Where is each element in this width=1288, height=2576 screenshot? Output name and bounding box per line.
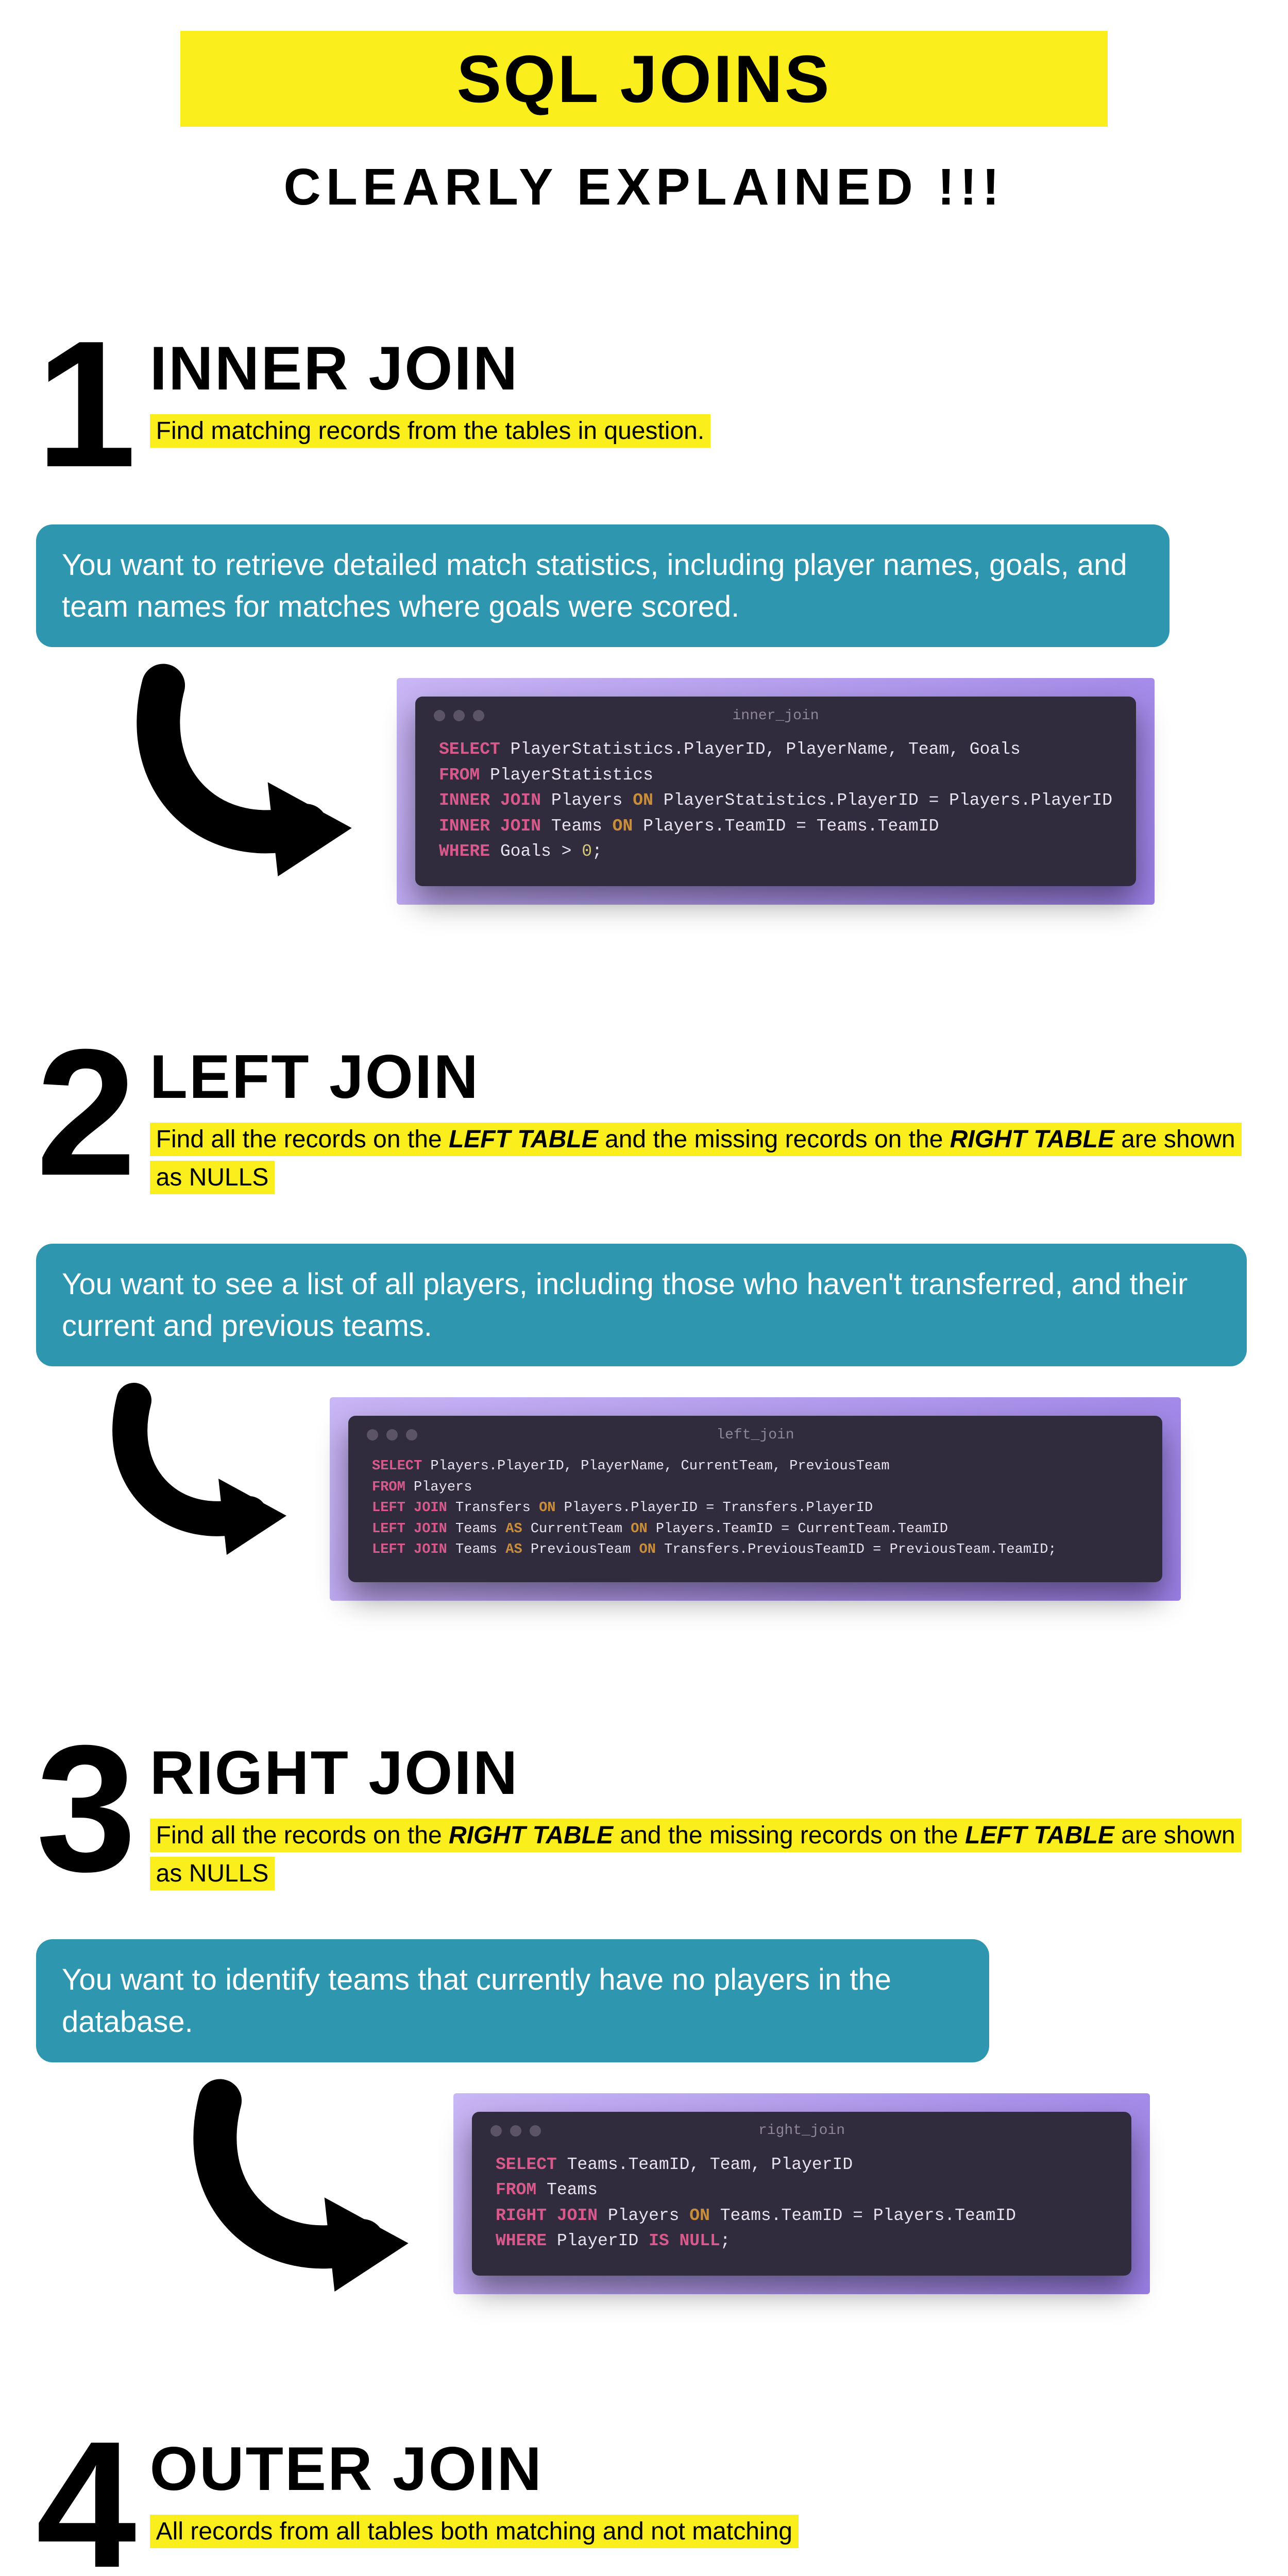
scenario-callout: You want to retrieve detailed match stat… bbox=[36, 524, 1170, 647]
section-title: LEFT JOIN bbox=[150, 1046, 1252, 1108]
section-tagline: Find matching records from the tables in… bbox=[150, 414, 711, 448]
code-window: left_join SELECT Players.PlayerID, Playe… bbox=[348, 1416, 1162, 1582]
code-frame: left_join SELECT Players.PlayerID, Playe… bbox=[330, 1397, 1181, 1601]
code-title: right_join bbox=[472, 2123, 1131, 2139]
sql-code: SELECT Players.PlayerID, PlayerName, Cur… bbox=[348, 1446, 1162, 1561]
section-title: INNER JOIN bbox=[150, 337, 711, 399]
code-window: inner_join SELECT PlayerStatistics.Playe… bbox=[415, 697, 1136, 886]
arrow-icon bbox=[180, 2078, 438, 2297]
code-title: inner_join bbox=[415, 708, 1136, 724]
page-subtitle: CLEARLY EXPLAINED !!! bbox=[36, 158, 1252, 217]
code-frame: inner_join SELECT PlayerStatistics.Playe… bbox=[397, 678, 1155, 905]
arrow-icon bbox=[124, 663, 381, 882]
section-number: 3 bbox=[36, 1735, 129, 1883]
sql-code: SELECT PlayerStatistics.PlayerID, Player… bbox=[415, 726, 1136, 865]
subtitle-block: CLEARLY EXPLAINED !!! bbox=[36, 158, 1252, 217]
code-window: right_join SELECT Teams.TeamID, Team, Pl… bbox=[472, 2112, 1131, 2276]
section-title: OUTER JOIN bbox=[150, 2438, 799, 2500]
section-number: 1 bbox=[36, 330, 129, 478]
title-banner: SQL JOINS bbox=[180, 31, 1108, 127]
section-inner_join: 1 INNER JOIN Find matching records from … bbox=[36, 330, 1252, 905]
section-number: 4 bbox=[36, 2431, 129, 2576]
section-tagline: Find all the records on the RIGHT TABLE … bbox=[150, 1819, 1242, 1890]
scenario-callout: You want to see a list of all players, i… bbox=[36, 1244, 1247, 1366]
section-outer_join: 4 OUTER JOIN All records from all tables… bbox=[36, 2431, 1252, 2576]
section-tagline: All records from all tables both matchin… bbox=[150, 2515, 799, 2548]
section-number: 2 bbox=[36, 1039, 129, 1187]
code-frame: right_join SELECT Teams.TeamID, Team, Pl… bbox=[453, 2093, 1150, 2294]
sql-code: SELECT Teams.TeamID, Team, PlayerID FROM… bbox=[472, 2142, 1131, 2254]
section-left_join: 2 LEFT JOIN Find all the records on the … bbox=[36, 1039, 1252, 1601]
section-right_join: 3 RIGHT JOIN Find all the records on the… bbox=[36, 1735, 1252, 2297]
code-title: left_join bbox=[348, 1427, 1162, 1443]
page-title: SQL JOINS bbox=[180, 40, 1108, 117]
section-title: RIGHT JOIN bbox=[150, 1742, 1252, 1804]
section-tagline: Find all the records on the LEFT TABLE a… bbox=[150, 1123, 1242, 1194]
arrow-icon bbox=[98, 1382, 314, 1560]
scenario-callout: You want to identify teams that currentl… bbox=[36, 1939, 989, 2062]
